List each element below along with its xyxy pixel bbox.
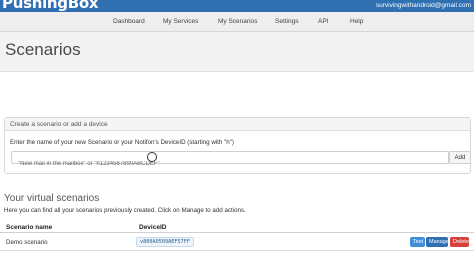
- column-device-id: DeviceID: [139, 224, 167, 231]
- create-scenario-panel: Create a scenario or add a device Enter …: [4, 117, 471, 174]
- add-button[interactable]: Add: [449, 151, 471, 164]
- scenario-input-wrapper: [11, 151, 449, 170]
- pushingbox-logo[interactable]: PushingBox: [2, 0, 99, 12]
- main-nav: Dashboard My Services My Scenarios Setti…: [0, 12, 474, 32]
- nav-help[interactable]: Help: [350, 18, 363, 25]
- scenario-name-label: Enter the name of your new Scenario or y…: [10, 139, 234, 146]
- page-header: Scenarios: [0, 32, 474, 72]
- nav-settings[interactable]: Settings: [275, 18, 299, 25]
- virtual-scenarios-description: Here you can find all your scenarios pre…: [4, 207, 246, 214]
- manage-button[interactable]: Manage: [426, 237, 449, 247]
- device-id-cell: v800A0509AEF57FF: [136, 237, 194, 247]
- mouse-cursor-icon: [147, 152, 157, 162]
- test-button[interactable]: Test: [410, 237, 425, 247]
- user-email[interactable]: survivingwithandroid@gmail.com: [376, 2, 471, 9]
- nav-my-scenarios[interactable]: My Scenarios: [218, 18, 257, 25]
- scenario-name-input[interactable]: [12, 158, 448, 170]
- virtual-scenarios-title: Your virtual scenarios: [4, 193, 100, 204]
- nav-dashboard[interactable]: Dashboard: [113, 18, 145, 25]
- scenario-name-cell: Demo scenario: [6, 239, 48, 246]
- column-scenario-name: Scenario name: [6, 224, 53, 231]
- table-row: Demo scenario v800A0509AEF57FF Test Mana…: [0, 234, 474, 251]
- scenarios-table-header: Scenario name DeviceID: [0, 221, 474, 233]
- page-title: Scenarios: [5, 40, 81, 59]
- delete-button[interactable]: Delete: [450, 237, 469, 247]
- nav-my-services[interactable]: My Services: [163, 18, 198, 25]
- top-bar: PushingBox survivingwithandroid@gmail.co…: [0, 0, 474, 12]
- nav-api[interactable]: API: [318, 18, 328, 25]
- panel-heading: Create a scenario or add a device: [5, 118, 470, 131]
